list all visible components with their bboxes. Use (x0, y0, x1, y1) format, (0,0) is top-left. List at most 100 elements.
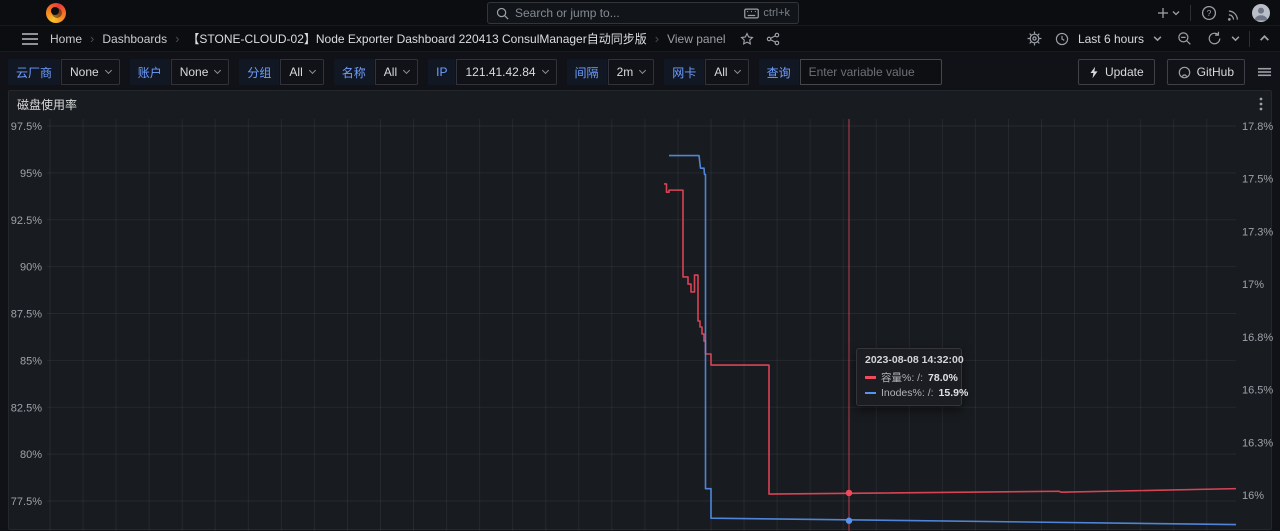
variable-label: 间隔 (566, 59, 607, 85)
chevron-down-icon (403, 66, 411, 75)
gear-icon[interactable] (1027, 31, 1042, 46)
chevron-down-icon (308, 66, 316, 75)
chevron-down-icon (104, 66, 112, 75)
help-icon[interactable]: ? (1201, 5, 1217, 21)
svg-text:95%: 95% (20, 168, 42, 180)
time-range-label[interactable]: Last 6 hours (1078, 32, 1144, 46)
zoom-out-icon[interactable] (1177, 31, 1192, 46)
update-button[interactable]: Update (1077, 59, 1155, 85)
divider (1190, 5, 1191, 21)
variable-label: IP (428, 59, 456, 85)
lightning-icon (1089, 66, 1099, 79)
variable-label: 云厂商 (8, 59, 61, 85)
chevron-down-icon (214, 66, 222, 75)
timeseries-chart-canvas[interactable]: 97.5% 95% 92.5% 90% 87.5% 85% 82.5% 80% 77.5% 17.… (9, 117, 1273, 531)
chevron-down-icon[interactable] (1231, 34, 1240, 43)
variable-nic: 网卡 All (664, 59, 749, 85)
variable-query: 查询 (758, 59, 942, 85)
variable-label: 名称 (333, 59, 374, 85)
variable-select[interactable]: All (280, 59, 324, 85)
chevron-down-icon (639, 66, 647, 75)
menu-icon[interactable] (22, 32, 38, 45)
svg-text:82.5%: 82.5% (11, 402, 42, 414)
news-rss-icon[interactable] (1227, 6, 1242, 21)
svg-text:87.5%: 87.5% (11, 309, 42, 321)
topbar-actions: ? (1157, 0, 1270, 26)
svg-text:80%: 80% (20, 449, 42, 461)
chevron-right-icon: › (654, 31, 660, 46)
search-box[interactable]: ctrl+k (487, 2, 799, 24)
divider (1249, 30, 1250, 47)
breadcrumb: Home › Dashboards › 【STONE-CLOUD-02】Node… (50, 30, 780, 47)
refresh-icon[interactable] (1207, 31, 1222, 46)
svg-text:17.8%: 17.8% (1242, 121, 1273, 133)
panel-kebab-menu-icon[interactable] (1259, 97, 1263, 111)
svg-text:17%: 17% (1242, 279, 1264, 291)
breadcrumb-dashboard-title[interactable]: 【STONE-CLOUD-02】Node Exporter Dashboard … (187, 30, 646, 47)
time-controls: Last 6 hours (1027, 30, 1270, 47)
svg-text:77.5%: 77.5% (11, 496, 42, 508)
user-avatar[interactable] (1252, 4, 1270, 22)
grafana-logo-icon[interactable] (46, 3, 66, 23)
star-icon[interactable] (739, 31, 754, 46)
share-icon[interactable] (766, 32, 780, 46)
variable-select[interactable]: All (705, 59, 749, 85)
svg-text:16.8%: 16.8% (1242, 332, 1273, 344)
svg-text:16%: 16% (1242, 490, 1264, 502)
svg-text:85%: 85% (20, 355, 42, 367)
variable-query-input[interactable] (799, 59, 942, 85)
variable-group: 分组 All (239, 59, 324, 85)
variable-label: 分组 (239, 59, 280, 85)
top-bar: ctrl+k ? (0, 0, 1280, 26)
svg-text:92.5%: 92.5% (11, 215, 42, 227)
chevron-right-icon: › (175, 31, 180, 46)
variable-select[interactable]: All (374, 59, 419, 85)
chevron-down-icon (541, 66, 549, 75)
search-shortcut: ctrl+k (744, 7, 790, 19)
search-input[interactable] (515, 6, 739, 20)
variable-account: 账户 None (129, 59, 230, 85)
list-menu-icon[interactable] (1257, 67, 1272, 77)
dashboard-variables-row: 云厂商 None 账户 None 分组 All 名称 All IP 121.41… (8, 58, 1272, 86)
search-icon (496, 7, 509, 20)
variable-label: 网卡 (664, 59, 705, 85)
breadcrumb-dashboards[interactable]: Dashboards (102, 32, 167, 46)
disk-usage-panel: 磁盘使用率 97.5% 95% 92.5% 90% 87.5% 85% 82.5% 80% 77… (8, 90, 1273, 531)
breadcrumb-view-panel: View panel (667, 31, 726, 46)
svg-text:17.5%: 17.5% (1242, 174, 1273, 186)
chevron-right-icon: › (90, 31, 95, 46)
panel-header[interactable]: 磁盘使用率 (9, 91, 1271, 117)
svg-text:17.3%: 17.3% (1242, 226, 1273, 238)
chevron-up-icon[interactable] (1259, 33, 1270, 44)
variable-label: 账户 (129, 59, 170, 85)
variable-select[interactable]: None (61, 59, 120, 85)
variable-cloud-vendor: 云厂商 None (8, 59, 120, 85)
github-icon (1178, 66, 1191, 79)
chevron-down-icon[interactable] (1153, 34, 1162, 43)
tooltip-row: Inodes%: /: 15.9% (865, 387, 968, 399)
svg-text:?: ? (1207, 8, 1212, 18)
tooltip-time: 2023-08-08 14:32:00 (865, 354, 964, 366)
add-new-button[interactable] (1157, 7, 1180, 19)
keyboard-icon (744, 7, 760, 19)
variable-interval: 间隔 2m (566, 59, 655, 85)
variable-select[interactable]: 2m (607, 59, 655, 85)
svg-text:97.5%: 97.5% (11, 121, 42, 133)
panel-title: 磁盘使用率 (17, 97, 78, 112)
chart-tooltip: 2023-08-08 14:32:00 容量%: /: 78.0% Inodes… (856, 348, 968, 406)
breadcrumb-bar: Home › Dashboards › 【STONE-CLOUD-02】Node… (0, 26, 1280, 52)
variable-label: 查询 (758, 59, 799, 85)
series-marker-capacity (865, 376, 876, 379)
tooltip-row: 容量%: /: 78.0% (865, 370, 958, 385)
variable-select[interactable]: None (170, 59, 230, 85)
variable-ip: IP 121.41.42.84 (428, 59, 557, 85)
variable-name: 名称 All (333, 59, 419, 85)
breadcrumb-home[interactable]: Home (50, 32, 82, 46)
github-button[interactable]: GitHub (1166, 59, 1245, 85)
svg-text:16.3%: 16.3% (1242, 437, 1273, 449)
clock-icon (1055, 32, 1069, 46)
variable-select[interactable]: 121.41.42.84 (456, 59, 557, 85)
svg-text:90%: 90% (20, 262, 42, 274)
variables-actions: Update GitHub (1077, 59, 1272, 85)
series-marker-inodes (865, 391, 876, 395)
